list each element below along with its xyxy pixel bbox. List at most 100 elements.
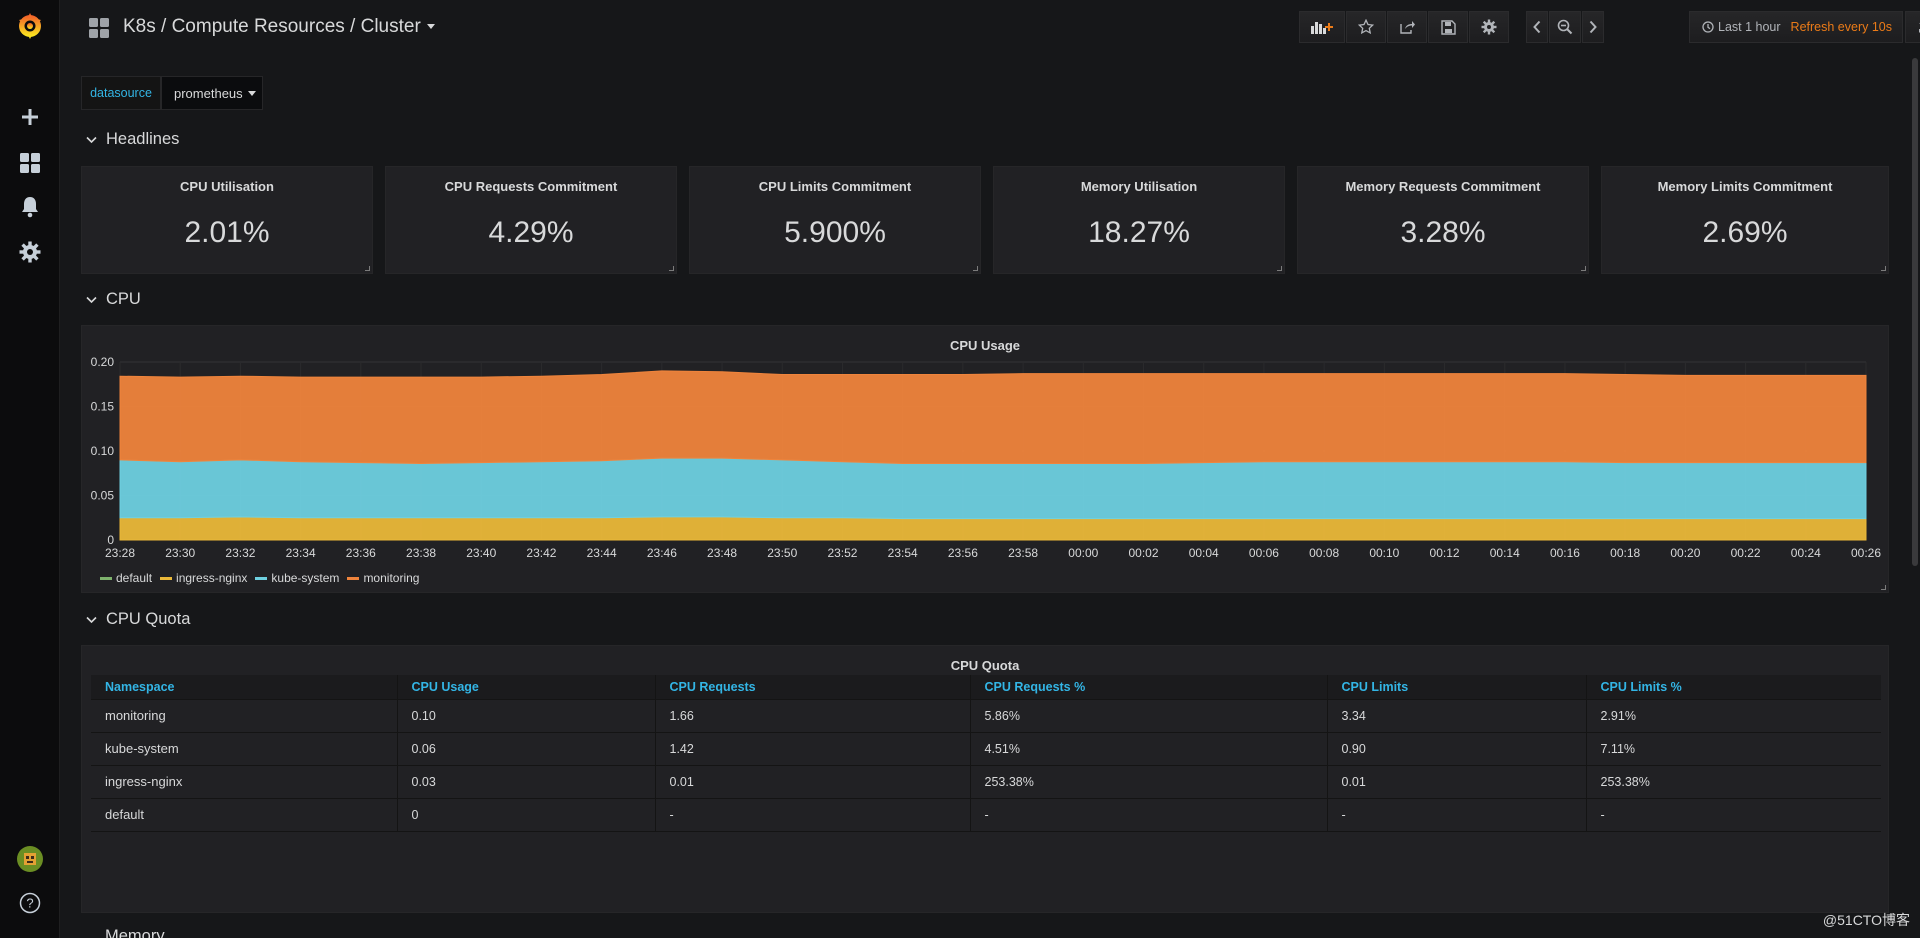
column-header-cpu-limits[interactable]: CPU Limits	[1326, 675, 1586, 700]
stat-value: 2.01%	[184, 216, 270, 249]
row-headlines[interactable]: Headlines	[86, 130, 179, 149]
table-cell: 0.03	[396, 764, 655, 799]
resize-handle-icon[interactable]	[365, 266, 370, 271]
column-header-cpu-usage[interactable]: CPU Usage	[396, 675, 655, 700]
table-cell: -	[654, 797, 970, 832]
datasource-variable-select[interactable]: prometheus	[161, 76, 263, 110]
table-row: monitoring 0.10 1.66 5.86% 3.34 2.91%	[91, 698, 1881, 733]
x-tick-label: 00:10	[1369, 546, 1399, 560]
x-tick-label: 23:36	[346, 546, 376, 560]
stat-value: 4.29%	[488, 216, 574, 249]
add-panel-button[interactable]	[1299, 11, 1345, 43]
resize-handle-icon[interactable]	[669, 266, 674, 271]
dashboard-title[interactable]: K8s / Compute Resources / Cluster	[123, 16, 435, 38]
x-tick-label: 23:58	[1008, 546, 1038, 560]
datasource-variable-label: datasource	[81, 76, 161, 110]
chevron-down-icon	[86, 136, 97, 143]
x-tick-label: 00:14	[1490, 546, 1520, 560]
table-cell: -	[1585, 797, 1881, 832]
table-cell: 0.01	[654, 764, 970, 799]
row-cpu[interactable]: CPU	[86, 290, 141, 309]
time-forward-button[interactable]	[1582, 11, 1604, 43]
stat-title: Memory Limits Commitment	[1657, 179, 1833, 194]
row-cpu-quota[interactable]: CPU Quota	[86, 610, 190, 629]
star-button[interactable]	[1346, 11, 1386, 43]
chevron-right-icon	[1589, 20, 1597, 34]
avatar[interactable]	[0, 839, 60, 879]
x-tick-label: 23:52	[827, 546, 857, 560]
chevron-left-icon	[1533, 20, 1541, 34]
x-tick-label: 23:54	[888, 546, 918, 560]
legend-swatch	[100, 576, 112, 580]
save-button[interactable]	[1428, 11, 1468, 43]
x-tick-label: 00:08	[1309, 546, 1339, 560]
time-picker-button[interactable]: Last 1 hour Refresh every 10s	[1689, 11, 1903, 43]
column-header-namespace[interactable]: Namespace	[91, 675, 397, 700]
x-tick-label: 23:30	[165, 546, 195, 560]
y-tick-label: 0	[107, 533, 114, 547]
table-header-row: Namespace CPU Usage CPU Requests CPU Req…	[91, 675, 1881, 700]
table-cell: ingress-nginx	[91, 764, 397, 799]
resize-handle-icon[interactable]	[973, 266, 978, 271]
row-memory-title[interactable]: Memory	[105, 927, 165, 938]
dashboards-icon[interactable]	[0, 143, 60, 183]
zoom-out-button[interactable]	[1549, 11, 1581, 43]
settings-button[interactable]	[1469, 11, 1509, 43]
plus-icon[interactable]	[0, 97, 60, 137]
refresh-interval-label: Refresh every 10s	[1790, 20, 1892, 34]
stat-title: CPU Requests Commitment	[444, 179, 618, 194]
bell-icon[interactable]	[0, 187, 60, 227]
share-button[interactable]	[1387, 11, 1427, 43]
y-tick-label: 0.20	[91, 355, 115, 369]
table-cell: kube-system	[91, 731, 397, 766]
chevron-down-icon	[86, 296, 97, 303]
legend-item-default[interactable]: default	[100, 571, 152, 585]
table-cell: 0	[396, 797, 655, 832]
row-cpu-title: CPU	[106, 290, 141, 308]
column-header-cpu-limits-pct[interactable]: CPU Limits %	[1585, 675, 1881, 700]
x-tick-label: 23:48	[707, 546, 737, 560]
column-header-cpu-requests[interactable]: CPU Requests	[654, 675, 970, 700]
x-tick-label: 00:06	[1249, 546, 1279, 560]
legend-label: monitoring	[363, 571, 420, 585]
resize-handle-icon[interactable]	[1581, 266, 1586, 271]
dashboard-title-text: K8s / Compute Resources / Cluster	[123, 16, 421, 37]
legend-swatch	[347, 576, 360, 580]
refresh-button[interactable]	[1905, 11, 1920, 43]
gear-icon[interactable]	[0, 232, 60, 272]
x-tick-label: 23:46	[647, 546, 677, 560]
x-tick-label: 00:22	[1731, 546, 1761, 560]
table-title: CPU Quota	[950, 658, 1020, 673]
clock-icon	[1702, 21, 1714, 33]
table-cell: 5.86%	[969, 698, 1327, 733]
graph-legend: default ingress-nginx kube-system monito…	[100, 571, 419, 585]
legend-swatch	[255, 576, 268, 580]
legend-item-kube-system[interactable]: kube-system	[255, 571, 339, 585]
stat-title: Memory Requests Commitment	[1345, 179, 1541, 194]
y-tick-label: 0.10	[91, 444, 115, 458]
stat-panel-memory-utilisation[interactable]: Memory Utilisation 18.27%	[993, 166, 1285, 274]
resize-handle-icon[interactable]	[1881, 266, 1886, 271]
table-cell: 0.90	[1326, 731, 1586, 766]
column-header-cpu-requests-pct[interactable]: CPU Requests %	[969, 675, 1327, 700]
area-series-kube-system	[119, 457, 1867, 520]
table-cell: 0.10	[396, 698, 655, 733]
table-cell: 1.42	[654, 731, 970, 766]
stat-panel-cpu-limits-commitment[interactable]: CPU Limits Commitment 5.900%	[689, 166, 981, 274]
grafana-logo-icon[interactable]	[0, 6, 60, 46]
chevron-down-icon	[86, 616, 97, 623]
time-back-button[interactable]	[1526, 11, 1548, 43]
stat-panel-cpu-utilisation[interactable]: CPU Utilisation 2.01%	[81, 166, 373, 274]
legend-item-ingress-nginx[interactable]: ingress-nginx	[160, 571, 247, 585]
table-cell: 253.38%	[969, 764, 1327, 799]
page-scrollbar[interactable]	[1912, 58, 1918, 566]
x-tick-label: 00:02	[1129, 546, 1159, 560]
stat-panel-memory-requests-commitment[interactable]: Memory Requests Commitment 3.28%	[1297, 166, 1589, 274]
legend-item-monitoring[interactable]: monitoring	[347, 571, 419, 585]
x-tick-label: 23:40	[466, 546, 496, 560]
stat-panel-memory-limits-commitment[interactable]: Memory Limits Commitment 2.69%	[1601, 166, 1889, 274]
table-row: ingress-nginx 0.03 0.01 253.38% 0.01 253…	[91, 764, 1881, 799]
help-icon[interactable]: ?	[0, 883, 60, 923]
stat-panel-cpu-requests-commitment[interactable]: CPU Requests Commitment 4.29%	[385, 166, 677, 274]
resize-handle-icon[interactable]	[1277, 266, 1282, 271]
